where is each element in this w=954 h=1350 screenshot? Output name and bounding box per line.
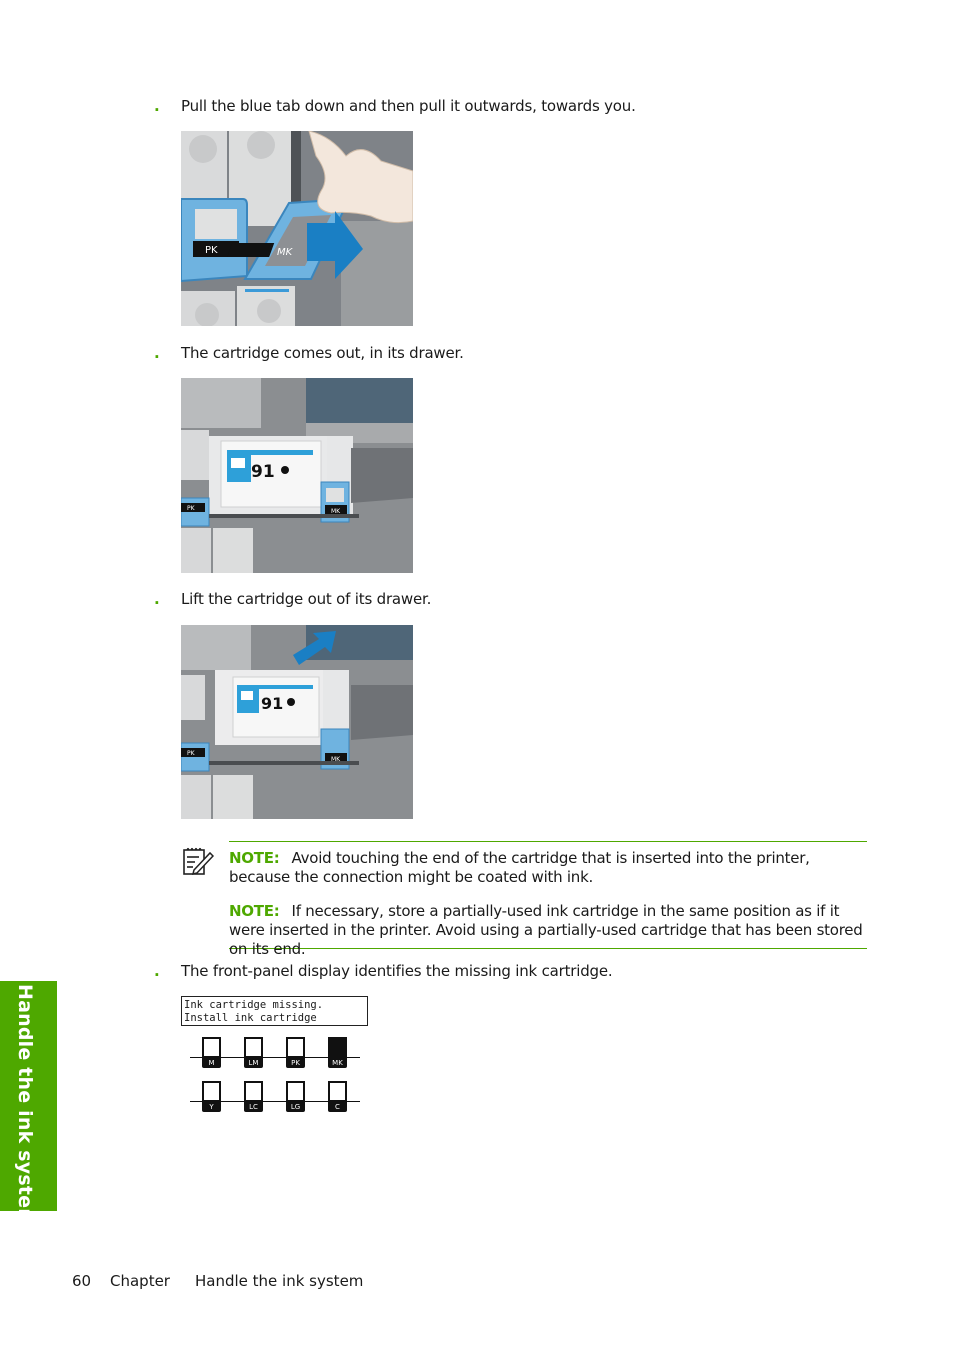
note-1: NOTE: Avoid touching the end of the cartr… [229, 849, 869, 887]
note-label: NOTE: [229, 849, 280, 867]
bullet: . [154, 590, 160, 608]
notes-block: NOTE: Avoid touching the end of the cartr… [229, 841, 869, 958]
cartridge-slot-mk: MK [316, 1037, 360, 1073]
cartridge-box [328, 1081, 347, 1102]
cartridge-box [286, 1081, 305, 1102]
cartridge-label: Y [202, 1102, 221, 1112]
note-text: If necessary, store a partially-used ink… [229, 902, 863, 958]
bullet: . [154, 97, 160, 115]
cartridge-slot-y: Y [190, 1081, 234, 1117]
label-pk: PK [187, 505, 196, 512]
label-mk: MK [331, 508, 341, 515]
footer-title: Handle the ink system [195, 1272, 364, 1290]
page-number: 60 [72, 1272, 92, 1290]
step-text: The front-panel display identifies the m… [181, 962, 613, 980]
bullet: . [154, 344, 160, 362]
cartridge-label: MK [328, 1058, 347, 1068]
cartridge-label: LM [244, 1058, 263, 1068]
bullet: . [154, 962, 160, 980]
cartridge-slot-lm: LM [232, 1037, 276, 1073]
cartridge-slot-m: M [190, 1037, 234, 1073]
label-pk: PK [205, 245, 218, 256]
cartridge-box [286, 1037, 305, 1058]
cartridge-number: 91 [251, 462, 275, 482]
cartridge-slot-lg: LG [274, 1081, 318, 1117]
step-text: Lift the cartridge out of its drawer. [181, 590, 432, 608]
display-line-1: Ink cartridge missing. [184, 999, 324, 1011]
cartridge-slot-lc: LC [232, 1081, 276, 1117]
figure-lift-cartridge: 91 MK PK [181, 625, 413, 819]
note-icon [183, 847, 214, 876]
front-panel-display: Ink cartridge missing. Install ink cartr… [181, 996, 368, 1026]
cartridge-box [202, 1081, 221, 1102]
cartridge-box [202, 1037, 221, 1058]
step-text: Pull the blue tab down and then pull it … [181, 97, 636, 115]
cartridge-slot-pk: PK [274, 1037, 318, 1073]
cartridge-box [244, 1081, 263, 1102]
cartridge-label: LG [286, 1102, 305, 1112]
cartridge-box [328, 1037, 347, 1058]
cartridge-label: M [202, 1058, 221, 1068]
note-label: NOTE: [229, 902, 280, 920]
note-2: NOTE: If necessary, store a partially-use… [229, 902, 869, 959]
cartridge-number: 91 [261, 694, 283, 713]
label-mk: MK [277, 247, 294, 258]
chapter-side-tab: Handle the ink system [0, 981, 57, 1228]
cartridge-slot-c: C [316, 1081, 360, 1117]
cartridge-label: PK [286, 1058, 305, 1068]
cartridge-box [244, 1037, 263, 1058]
footer-chapter: Chapter [110, 1272, 170, 1290]
step-text: The cartridge comes out, in its drawer. [181, 344, 464, 362]
label-pk: PK [187, 750, 196, 757]
cartridge-label: C [328, 1102, 347, 1112]
side-tab-label: Handle the ink system [14, 984, 36, 1229]
display-line-2: Install ink cartridge [184, 1011, 317, 1024]
note-text: Avoid touching the end of the cartridge … [229, 849, 810, 886]
cartridge-label: LC [244, 1102, 263, 1112]
figure-pull-tab: PK MK [181, 131, 413, 326]
figure-cartridge-drawer: 91 MK PK [181, 378, 413, 573]
